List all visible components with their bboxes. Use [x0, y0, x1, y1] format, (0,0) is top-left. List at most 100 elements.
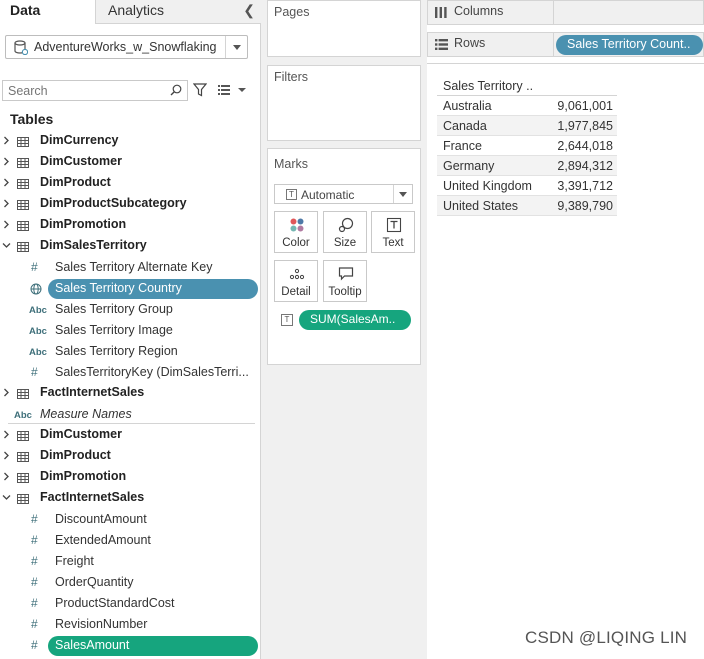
number-icon: #: [31, 575, 38, 589]
search-input[interactable]: [3, 81, 163, 100]
view-table-row[interactable]: Australia 9,061,001: [437, 96, 617, 116]
text-button[interactable]: Text: [371, 211, 415, 253]
search-icon[interactable]: [170, 84, 182, 96]
chevron-right-icon[interactable]: [2, 178, 11, 187]
table-icon: [17, 452, 29, 462]
table-icon: [17, 494, 29, 504]
tree-separator: [8, 423, 255, 424]
table-icon: [17, 158, 29, 168]
table-icon: [17, 431, 29, 441]
marks-card: Marks T Automatic Color Size Text Detail…: [267, 148, 421, 365]
detail-icon: [289, 268, 305, 280]
chevron-down-icon[interactable]: [2, 493, 11, 502]
datasource-select[interactable]: AdventureWorks_w_Snowflaking: [5, 35, 248, 59]
tree-field-item[interactable]: # Freight: [0, 551, 261, 572]
list-view-icon[interactable]: [218, 84, 248, 96]
view-table-row[interactable]: Canada 1,977,845: [437, 116, 617, 136]
view-column-header[interactable]: Sales Territory ..: [443, 79, 533, 93]
view-table-row[interactable]: Germany 2,894,312: [437, 156, 617, 176]
tree-table-item[interactable]: DimProduct: [0, 173, 261, 194]
tree-field-label: ProductStandardCost: [55, 596, 175, 610]
tree-field-label: DiscountAmount: [55, 512, 147, 526]
mark-type-label: Automatic: [301, 188, 355, 202]
tree-table-item[interactable]: DimProduct: [0, 446, 261, 467]
tree-table-item[interactable]: DimCurrency: [0, 131, 261, 152]
tree-field-item[interactable]: Abc Sales Territory Region: [0, 341, 261, 362]
tree-field-item[interactable]: # DiscountAmount: [0, 509, 261, 530]
chevron-right-icon[interactable]: [2, 388, 11, 397]
chevron-right-icon[interactable]: [2, 199, 11, 208]
tree-table-label: FactInternetSales: [40, 385, 145, 399]
tree-table-item[interactable]: DimCustomer: [0, 425, 261, 446]
detail-button[interactable]: Detail: [274, 260, 318, 302]
table-icon: [17, 200, 29, 210]
filters-card[interactable]: Filters: [267, 65, 421, 141]
tree-field-item[interactable]: Abc Sales Territory Image: [0, 320, 261, 341]
filters-title: Filters: [274, 70, 309, 84]
tree-field-label: Sales Territory Image: [55, 323, 173, 337]
datasource-dropdown[interactable]: [225, 36, 247, 58]
measure-pill-sum-salesamount[interactable]: SUM(SalesAm..: [299, 310, 411, 330]
rows-pill-sales-territory-country[interactable]: Sales Territory Count..: [556, 35, 703, 55]
view-canvas: Sales Territory .. Australia 9,061,001 Can…: [427, 63, 704, 659]
mark-type-dropdown[interactable]: [393, 185, 412, 203]
size-icon: [338, 217, 354, 233]
pages-card[interactable]: Pages: [267, 0, 421, 57]
tree-table-item[interactable]: DimPromotion: [0, 215, 261, 236]
tab-data[interactable]: Data: [0, 0, 95, 24]
tree-field-item[interactable]: # OrderQuantity: [0, 572, 261, 593]
tree-field-label: RevisionNumber: [55, 617, 148, 631]
chevron-right-icon[interactable]: [2, 220, 11, 229]
chevron-right-icon[interactable]: [2, 157, 11, 166]
tree-table-item[interactable]: DimPromotion: [0, 467, 261, 488]
chevron-right-icon[interactable]: [2, 472, 11, 481]
tree-field-item[interactable]: # ProductStandardCost: [0, 593, 261, 614]
sales-value-cell: 1,977,845: [557, 119, 613, 133]
view-table-row[interactable]: United States 9,389,790: [437, 196, 617, 216]
tree-field-label: Measure Names: [40, 407, 132, 421]
chevron-right-icon[interactable]: [2, 451, 11, 460]
datasource-name: AdventureWorks_w_Snowflaking: [34, 40, 217, 54]
tree-field-item[interactable]: Abc Sales Territory Group: [0, 299, 261, 320]
collapse-pane-icon[interactable]: ❮: [243, 2, 255, 19]
tree-table-item[interactable]: FactInternetSales: [0, 383, 261, 404]
columns-shelf[interactable]: Columns: [427, 0, 704, 25]
tree-table-label: DimCurrency: [40, 133, 119, 147]
marks-title: Marks: [274, 157, 309, 171]
tree-table-item[interactable]: DimCustomer: [0, 152, 261, 173]
filter-icon[interactable]: [193, 83, 207, 97]
tree-field-item[interactable]: # RevisionNumber: [0, 614, 261, 635]
tooltip-label: Tooltip: [328, 286, 362, 298]
tree-field-label: Sales Territory Alternate Key: [55, 260, 213, 274]
tree-field-label: Freight: [55, 554, 94, 568]
sales-value-cell: 3,391,712: [557, 179, 613, 193]
tree-table-label: DimCustomer: [40, 154, 122, 168]
tree-table-item[interactable]: FactInternetSales: [0, 488, 261, 509]
tab-analytics[interactable]: Analytics ❮: [95, 0, 261, 24]
columns-shelf-label-area: Columns: [428, 1, 554, 24]
cards-pane: Pages Filters Marks T Automatic Color Si…: [261, 0, 427, 659]
tree-field-item[interactable]: # SalesAmount: [0, 635, 261, 656]
chevron-right-icon[interactable]: [2, 136, 11, 145]
view-table-row[interactable]: United Kingdom 3,391,712: [437, 176, 617, 196]
size-button[interactable]: Size: [323, 211, 367, 253]
chevron-down-icon[interactable]: [2, 241, 11, 250]
tree-table-label: DimProductSubcategory: [40, 196, 187, 210]
rows-shelf[interactable]: Rows Sales Territory Count..: [427, 32, 704, 57]
chevron-right-icon[interactable]: [2, 430, 11, 439]
tree-measure-names[interactable]: Abc Measure Names: [0, 404, 261, 425]
mark-type-select[interactable]: T Automatic: [274, 184, 413, 204]
worksheet-area: Columns Rows Sales Territory Count.. Sal…: [427, 0, 704, 659]
tree-field-item[interactable]: # SalesTerritoryKey (DimSalesTerri...: [0, 362, 261, 383]
color-button[interactable]: Color: [274, 211, 318, 253]
tree-field-item[interactable]: Sales Territory Country: [0, 278, 261, 299]
tooltip-button[interactable]: Tooltip: [323, 260, 367, 302]
view-table-row[interactable]: France 2,644,018: [437, 136, 617, 156]
tree-table-item[interactable]: DimSalesTerritory: [0, 236, 261, 257]
number-icon: #: [31, 617, 38, 631]
tree-table-item[interactable]: DimProductSubcategory: [0, 194, 261, 215]
country-cell: Canada: [443, 119, 487, 133]
tree-field-item[interactable]: # Sales Territory Alternate Key: [0, 257, 261, 278]
abc-icon: Abc: [29, 326, 47, 337]
tree-field-item[interactable]: # ExtendedAmount: [0, 530, 261, 551]
